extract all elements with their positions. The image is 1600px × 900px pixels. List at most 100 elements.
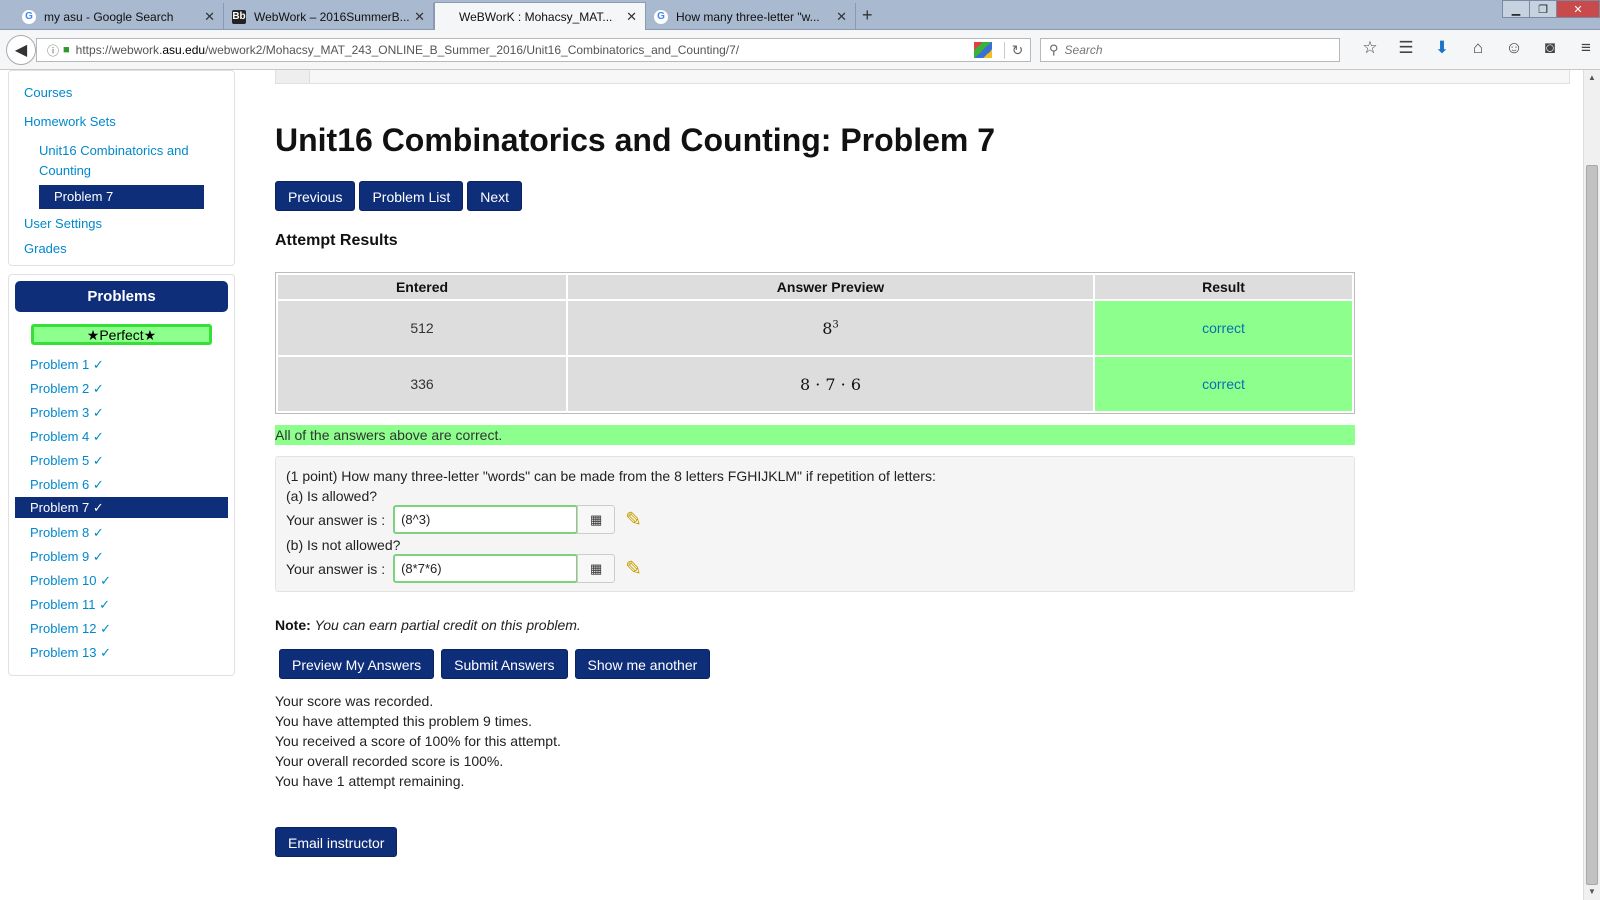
- score-line: Your score was recorded.: [275, 693, 434, 709]
- previous-button[interactable]: Previous: [275, 181, 356, 211]
- problems-panel: Problems ★Perfect★ Problem 1 ✓ Problem 2…: [8, 274, 235, 676]
- answer-preview-cell: 8 · 7 · 6: [568, 357, 1093, 411]
- all-correct-message: All of the answers above are correct.: [275, 425, 1355, 445]
- minimize-icon[interactable]: ▁: [1502, 0, 1530, 18]
- problem-link-12[interactable]: Problem 12 ✓: [15, 617, 228, 641]
- browser-tab-webwork[interactable]: WeBWorK : Mohacsy_MAT... ✕: [434, 2, 646, 31]
- sidebar-link-problem-7[interactable]: Problem 7: [39, 185, 204, 209]
- note-label: Note:: [275, 617, 311, 633]
- browser-nav-bar: ◀ ⓘ ■ https://webwork.asu.edu/webwork2/M…: [0, 30, 1600, 70]
- new-tab-button[interactable]: +: [862, 5, 873, 26]
- problem-link-3[interactable]: Problem 3 ✓: [15, 401, 228, 425]
- browser-tab-bar: G my asu - Google Search ✕ Bb WebWork – …: [0, 0, 1600, 31]
- sidebar-link-user-settings[interactable]: User Settings: [9, 212, 234, 236]
- problem-link-4[interactable]: Problem 4 ✓: [15, 425, 228, 449]
- browser-tab-google-question[interactable]: G How many three-letter "w... ✕: [646, 3, 856, 30]
- table-header-row: Entered Answer Preview Result: [278, 275, 1352, 299]
- problem-link-1[interactable]: Problem 1 ✓: [15, 353, 228, 377]
- close-tab-icon[interactable]: ✕: [204, 9, 215, 25]
- chat-icon[interactable]: ☺: [1496, 38, 1532, 58]
- pencil-icon[interactable]: ✎: [625, 507, 642, 532]
- scroll-down-icon[interactable]: ▼: [1584, 884, 1600, 900]
- browser-tab-blackboard[interactable]: Bb WebWork – 2016SummerB... ✕: [224, 3, 434, 30]
- column-header: Answer Preview: [568, 275, 1093, 299]
- answer-input-b[interactable]: (8*7*6): [393, 554, 579, 583]
- search-box[interactable]: ⚲ Search: [1040, 38, 1340, 62]
- home-icon[interactable]: ⌂: [1460, 38, 1496, 58]
- score-line: You have attempted this problem 9 times.: [275, 713, 533, 729]
- google-favicon-icon: G: [22, 9, 36, 24]
- vertical-scrollbar[interactable]: ▲ ▼: [1583, 70, 1600, 900]
- sidebar-link-homework-sets[interactable]: Homework Sets: [9, 110, 234, 134]
- scroll-up-icon[interactable]: ▲: [1584, 70, 1600, 86]
- menu-icon[interactable]: ≡: [1568, 38, 1600, 58]
- column-header: Result: [1095, 275, 1352, 299]
- answer-row-a: Your answer is : (8^3) ▦ ✎: [286, 505, 642, 534]
- show-another-button[interactable]: Show me another: [574, 649, 711, 679]
- problem-link-2[interactable]: Problem 2 ✓: [15, 377, 228, 401]
- back-arrow-icon[interactable]: ◀: [6, 35, 36, 65]
- window-controls: ▁ ❐ ✕: [1502, 0, 1600, 20]
- blackboard-favicon-icon: Bb: [232, 9, 246, 24]
- search-placeholder: Search: [1064, 43, 1103, 57]
- perfect-badge: ★Perfect★: [31, 324, 212, 345]
- answer-input-a[interactable]: (8^3): [393, 505, 579, 534]
- note-text: You can earn partial credit on this prob…: [314, 617, 581, 633]
- equation-editor-grid-icon[interactable]: ▦: [577, 554, 616, 583]
- submit-answers-button[interactable]: Submit Answers: [441, 649, 568, 679]
- url-host: asu.edu: [162, 43, 206, 57]
- problem-nav: Previous Problem List Next: [275, 181, 526, 211]
- reload-icon[interactable]: ↻: [1004, 41, 1030, 59]
- info-icon[interactable]: ⓘ: [47, 42, 59, 59]
- tab-title: How many three-letter "w...: [676, 9, 820, 24]
- sidebar-link-grades[interactable]: Grades: [9, 237, 234, 261]
- table-row: 336 8 · 7 · 6 correct: [278, 357, 1352, 411]
- close-window-icon[interactable]: ✕: [1556, 0, 1600, 18]
- problems-header: Problems: [15, 281, 228, 312]
- url-text: https://webwork.asu.edu/webwork2/Mohacsy…: [76, 43, 974, 57]
- problem-link-11[interactable]: Problem 11 ✓: [15, 593, 228, 617]
- table-row: 512 83 correct: [278, 301, 1352, 355]
- equation-editor-grid-icon[interactable]: ▦: [577, 505, 616, 534]
- close-tab-icon[interactable]: ✕: [836, 9, 847, 25]
- pencil-icon[interactable]: ✎: [625, 556, 642, 581]
- entered-cell: 512: [278, 301, 566, 355]
- answer-preview-cell: 83: [568, 301, 1093, 355]
- answer-label: Your answer is :: [286, 560, 386, 577]
- problem-link-10[interactable]: Problem 10 ✓: [15, 569, 228, 593]
- address-bar[interactable]: ⓘ ■ https://webwork.asu.edu/webwork2/Moh…: [36, 38, 1031, 62]
- problem-link-6[interactable]: Problem 6 ✓: [15, 473, 228, 497]
- preview-answers-button[interactable]: Preview My Answers: [279, 649, 435, 679]
- problem-link-13[interactable]: Problem 13 ✓: [15, 641, 228, 665]
- problem-body: (1 point) How many three-letter "words" …: [275, 456, 1355, 592]
- problem-link-5[interactable]: Problem 5 ✓: [15, 449, 228, 473]
- extension-icon[interactable]: [974, 42, 992, 58]
- partial-credit-note: Note: You can earn partial credit on thi…: [275, 617, 581, 633]
- tab-title: WeBWorK : Mohacsy_MAT...: [459, 10, 613, 24]
- sidebar-link-unit16[interactable]: Unit16 Combinatorics and Counting: [9, 139, 209, 183]
- next-button[interactable]: Next: [467, 181, 523, 211]
- preview-base: 8: [822, 318, 833, 338]
- pocket-icon[interactable]: ◙: [1532, 38, 1568, 58]
- scrollbar-thumb[interactable]: [1586, 165, 1598, 885]
- search-icon: ⚲: [1049, 42, 1059, 57]
- problem-link-8[interactable]: Problem 8 ✓: [15, 521, 228, 545]
- problem-link-9[interactable]: Problem 9 ✓: [15, 545, 228, 569]
- email-instructor-button[interactable]: Email instructor: [275, 827, 398, 857]
- close-tab-icon[interactable]: ✕: [626, 9, 637, 25]
- top-toolbar-stub: [275, 70, 1570, 84]
- reading-list-icon[interactable]: ☰: [1388, 38, 1424, 58]
- close-tab-icon[interactable]: ✕: [414, 9, 425, 25]
- restore-icon[interactable]: ❐: [1529, 0, 1557, 18]
- sidebar: Courses Homework Sets Unit16 Combinatori…: [8, 70, 235, 676]
- answer-actions: Preview My Answers Submit Answers Show m…: [279, 649, 717, 679]
- problem-link-7[interactable]: Problem 7 ✓: [15, 497, 228, 518]
- sidebar-link-courses[interactable]: Courses: [9, 81, 234, 105]
- browser-tab-google-search[interactable]: G my asu - Google Search ✕: [14, 3, 224, 30]
- download-icon[interactable]: ⬇: [1424, 38, 1460, 58]
- toolbar-stub-button[interactable]: [276, 70, 310, 83]
- bookmark-star-icon[interactable]: ☆: [1352, 38, 1388, 58]
- lock-icon: ■: [63, 44, 70, 56]
- score-line: Your overall recorded score is 100%.: [275, 753, 504, 769]
- problem-list-button[interactable]: Problem List: [359, 181, 464, 211]
